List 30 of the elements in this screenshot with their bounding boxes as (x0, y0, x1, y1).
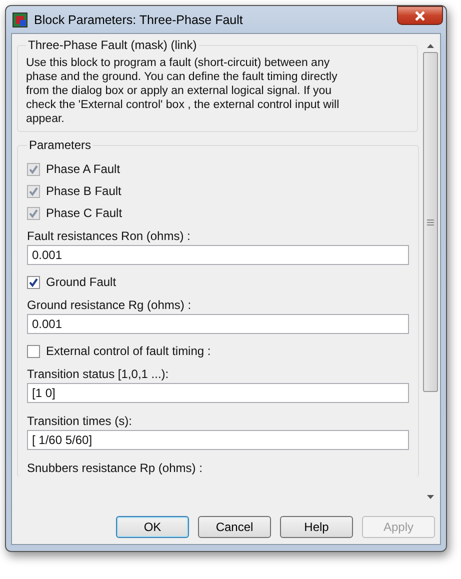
group-title: Three-Phase Fault (mask) (link) (27, 38, 198, 52)
group-title: Parameters (28, 138, 92, 152)
dialog-button[interactable]: Cancel (198, 516, 271, 538)
field-label: Fault resistances Ron (ohms) : (27, 228, 192, 245)
checkbox-label: Phase B Fault (46, 184, 122, 198)
grip-icon (426, 218, 434, 226)
field-label: Snubbers resistance Rp (ohms) : (27, 460, 204, 477)
checkbox-label: Phase A Fault (46, 162, 120, 176)
description-text: Use this block to program a fault (short-circuit) between any phase and the ground. You can define the fault timing directly from the dialog box or apply an external logical signal. If you check the 'External control' box , the external control input will appear. (26, 56, 340, 126)
input-field[interactable]: 0.001 (27, 314, 409, 334)
input-field[interactable]: 0.001 (27, 245, 409, 265)
input-field[interactable]: [1 0] (27, 383, 409, 403)
window-title: Block Parameters: Three-Phase Fault (34, 12, 243, 26)
field-label: Transition times (s): (27, 413, 133, 430)
dialog-button[interactable]: OK (116, 516, 189, 538)
dialog-button[interactable]: Help (280, 516, 353, 538)
checkbox[interactable] (27, 276, 40, 288)
field-label: Ground resistance Rg (ohms) : (27, 297, 192, 314)
field-label: Transition status [1,0,1 ...): (27, 366, 170, 383)
checkbox-label: Ground Fault (46, 275, 116, 289)
checkbox[interactable] (27, 344, 40, 358)
scroll-up-icon[interactable] (426, 44, 434, 48)
checkbox-label: Phase C Fault (46, 206, 122, 220)
close-icon (414, 10, 426, 20)
input-field[interactable]: [ 1/60 5/60] (27, 430, 409, 450)
app-icon (12, 12, 28, 28)
close-button[interactable] (397, 6, 443, 25)
checkbox-label: External control of fault timing : (46, 344, 211, 358)
scroll-down-icon[interactable] (426, 495, 434, 499)
scrollbar-thumb[interactable] (422, 52, 438, 392)
